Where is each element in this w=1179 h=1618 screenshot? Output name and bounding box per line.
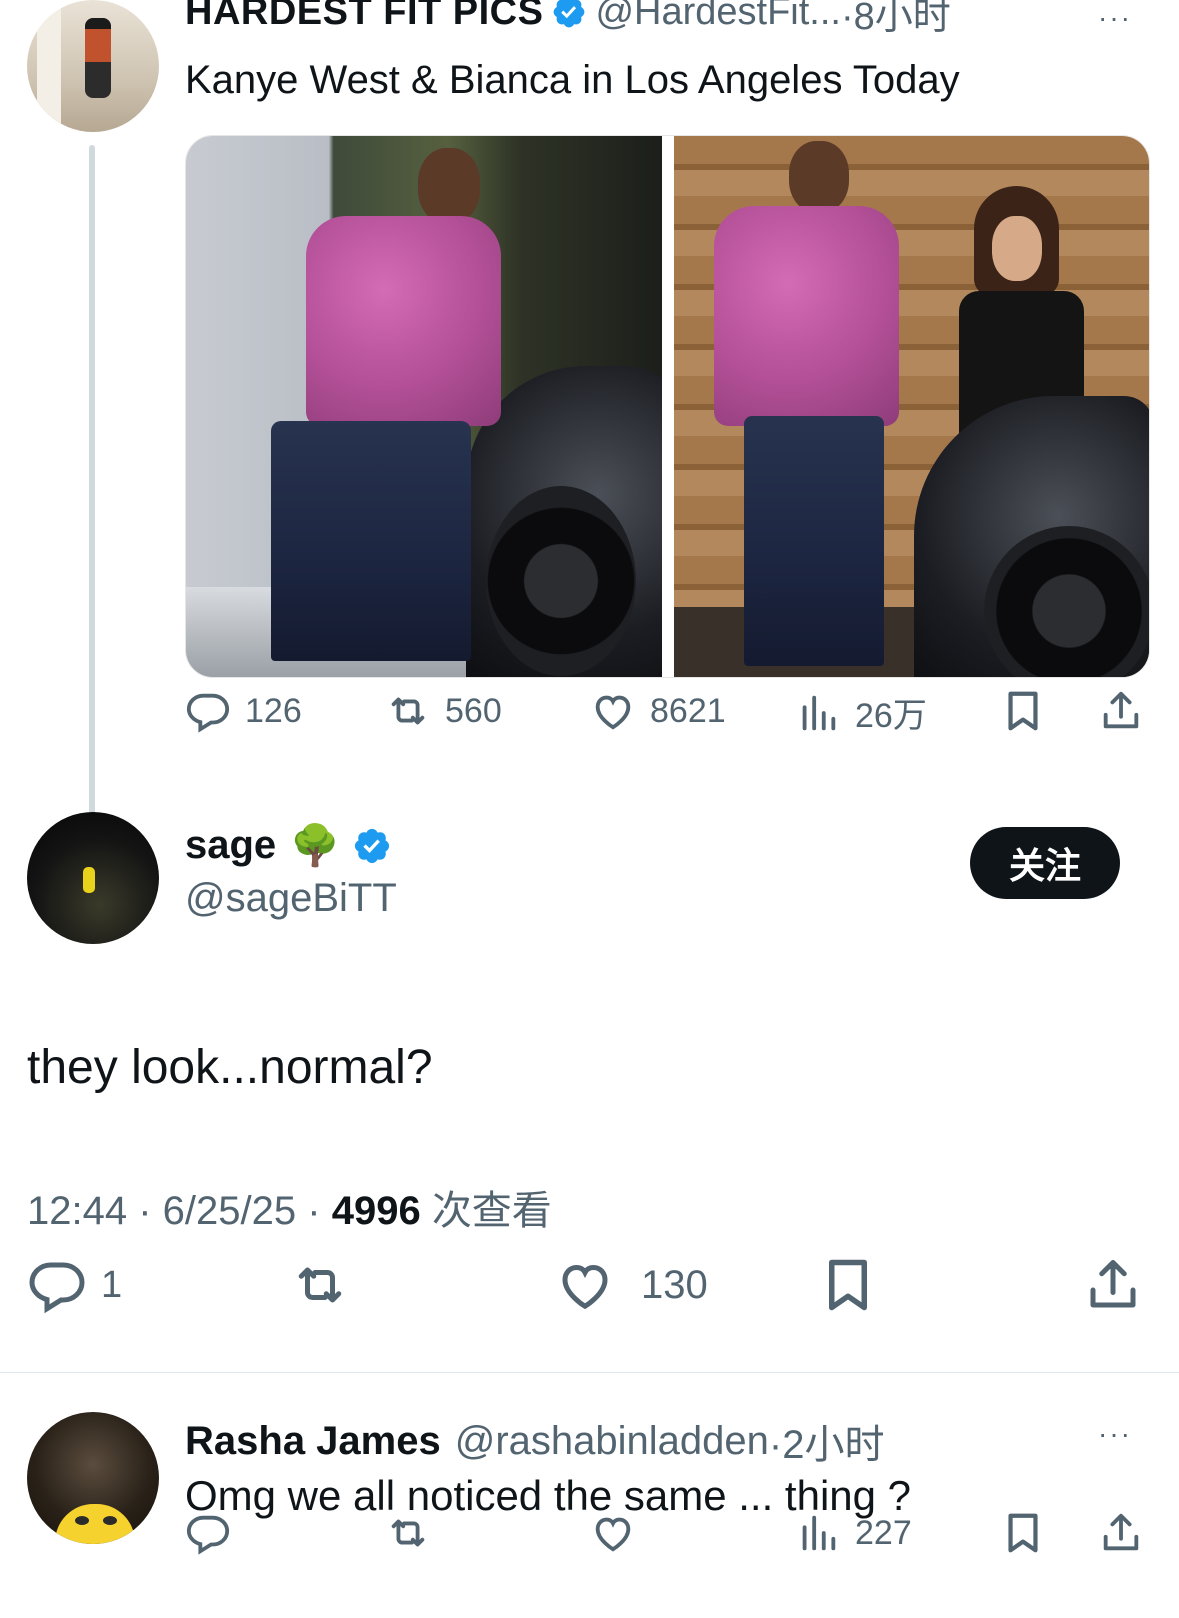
parent-more-icon[interactable]: ··· xyxy=(1098,2,1132,34)
heart-icon xyxy=(595,1517,631,1552)
heart-icon xyxy=(595,695,631,730)
parent-bookmark-button[interactable] xyxy=(1000,688,1046,734)
parent-like-button[interactable]: 8621 xyxy=(590,688,726,734)
parent-tweet-media xyxy=(185,135,1150,678)
main-author-name[interactable]: sage xyxy=(185,823,276,868)
reply-like-button[interactable] xyxy=(590,1510,636,1556)
photo-person-sweater xyxy=(713,206,899,426)
meta-separator: · xyxy=(138,1189,163,1233)
photo-person-jeans xyxy=(271,421,471,661)
reply-tweet-time: ·2小时 xyxy=(768,1423,885,1467)
avatar-figure xyxy=(85,18,111,98)
repost-icon xyxy=(391,697,425,725)
photo-person-head xyxy=(788,141,849,213)
main-view-count[interactable]: 4996 xyxy=(332,1189,421,1233)
analytics-icon xyxy=(802,695,836,730)
reply-repost-button[interactable] xyxy=(385,1510,431,1556)
heart-icon xyxy=(562,1264,608,1310)
photo-person-jeans xyxy=(743,416,884,666)
parent-tweet-header: HARDEST FIT PICS @HardestFit... ·8小时 xyxy=(185,0,951,38)
parent-repost-button[interactable]: 560 xyxy=(385,688,502,734)
reply-icon xyxy=(29,1262,85,1314)
avatar-figure xyxy=(83,867,95,893)
photo-car-wheel xyxy=(486,486,636,676)
reply-icon xyxy=(186,1515,230,1555)
reply-reply-button[interactable] xyxy=(185,1510,231,1556)
media-photo-1[interactable] xyxy=(186,136,662,677)
verified-badge-icon xyxy=(354,828,390,863)
main-tweet-meta: 12:44 · 6/25/25 · 4996 次查看 xyxy=(27,1178,552,1236)
repost-icon xyxy=(391,1519,425,1547)
verified-badge-icon xyxy=(554,0,585,28)
share-icon xyxy=(1103,1513,1139,1551)
avatar-emoji-face xyxy=(55,1504,135,1544)
share-icon xyxy=(1103,691,1139,729)
main-author-name-row: sage 🌳 xyxy=(185,822,400,869)
bookmark-icon xyxy=(1008,1513,1038,1553)
main-tweet-time: 12:44 xyxy=(27,1189,128,1233)
main-author-avatar[interactable] xyxy=(27,812,159,944)
main-tweet-text: they look...normal? xyxy=(27,1041,433,1094)
main-reply-count: 1 xyxy=(101,1263,123,1306)
main-like-button[interactable]: 130 xyxy=(555,1255,708,1315)
parent-reply-count: 126 xyxy=(245,691,302,730)
main-like-count: 130 xyxy=(641,1262,708,1307)
bookmark-icon xyxy=(829,1259,867,1311)
main-view-label: 次查看 xyxy=(431,1189,552,1233)
bookmark-icon xyxy=(1008,691,1038,731)
main-reply-button[interactable]: 1 xyxy=(27,1255,122,1315)
reply-views-button[interactable]: 227 xyxy=(795,1510,912,1556)
parent-author-avatar[interactable] xyxy=(27,0,159,132)
reply-share-button[interactable] xyxy=(1098,1510,1144,1556)
reply-views-count: 227 xyxy=(855,1513,912,1552)
parent-author-name[interactable]: HARDEST FIT PICS xyxy=(185,0,543,34)
photo-person-sweater xyxy=(306,216,501,426)
avatar-emoji-eye xyxy=(75,1516,89,1525)
share-icon xyxy=(1090,1260,1136,1308)
media-photo-2[interactable] xyxy=(673,136,1149,677)
avatar-emoji-eye xyxy=(103,1516,117,1525)
parent-tweet-time: ·8小时 xyxy=(840,0,951,38)
reply-author-avatar[interactable] xyxy=(27,1412,159,1544)
thread-line xyxy=(89,145,95,818)
reply-author-name[interactable]: Rasha James xyxy=(185,1419,441,1464)
reply-author-handle[interactable]: @rashabinladden xyxy=(455,1419,769,1464)
main-tweet-date: 6/25/25 xyxy=(162,1189,297,1233)
parent-tweet-text: Kanye West & Bianca in Los Angeles Today xyxy=(185,58,960,102)
main-author-handle[interactable]: @sageBiTT xyxy=(185,876,397,921)
parent-author-handle[interactable]: @HardestFit... xyxy=(595,0,841,34)
photo-woman-face xyxy=(991,216,1042,281)
parent-repost-count: 560 xyxy=(445,691,502,730)
parent-reply-button[interactable]: 126 xyxy=(185,688,302,734)
parent-views-button[interactable]: 26万 xyxy=(795,688,927,737)
reply-bookmark-button[interactable] xyxy=(1000,1510,1046,1556)
main-repost-button[interactable] xyxy=(290,1255,350,1315)
divider xyxy=(0,1372,1179,1373)
tree-emoji-icon: 🌳 xyxy=(290,824,340,868)
follow-button[interactable]: 关注 xyxy=(970,827,1120,899)
main-share-button[interactable] xyxy=(1083,1255,1143,1315)
parent-views-count: 26万 xyxy=(855,697,927,735)
avatar-background xyxy=(37,0,61,132)
parent-share-button[interactable] xyxy=(1098,688,1144,734)
repost-icon xyxy=(298,1267,342,1303)
photo-person-head xyxy=(418,148,480,224)
parent-like-count: 8621 xyxy=(650,691,726,730)
meta-separator: · xyxy=(307,1189,332,1233)
reply-more-icon[interactable]: ··· xyxy=(1098,1418,1132,1450)
reply-tweet-header: Rasha James @rashabinladden ·2小时 xyxy=(185,1412,884,1470)
main-bookmark-button[interactable] xyxy=(818,1255,878,1315)
reply-icon xyxy=(186,693,230,733)
analytics-icon xyxy=(802,1515,836,1551)
